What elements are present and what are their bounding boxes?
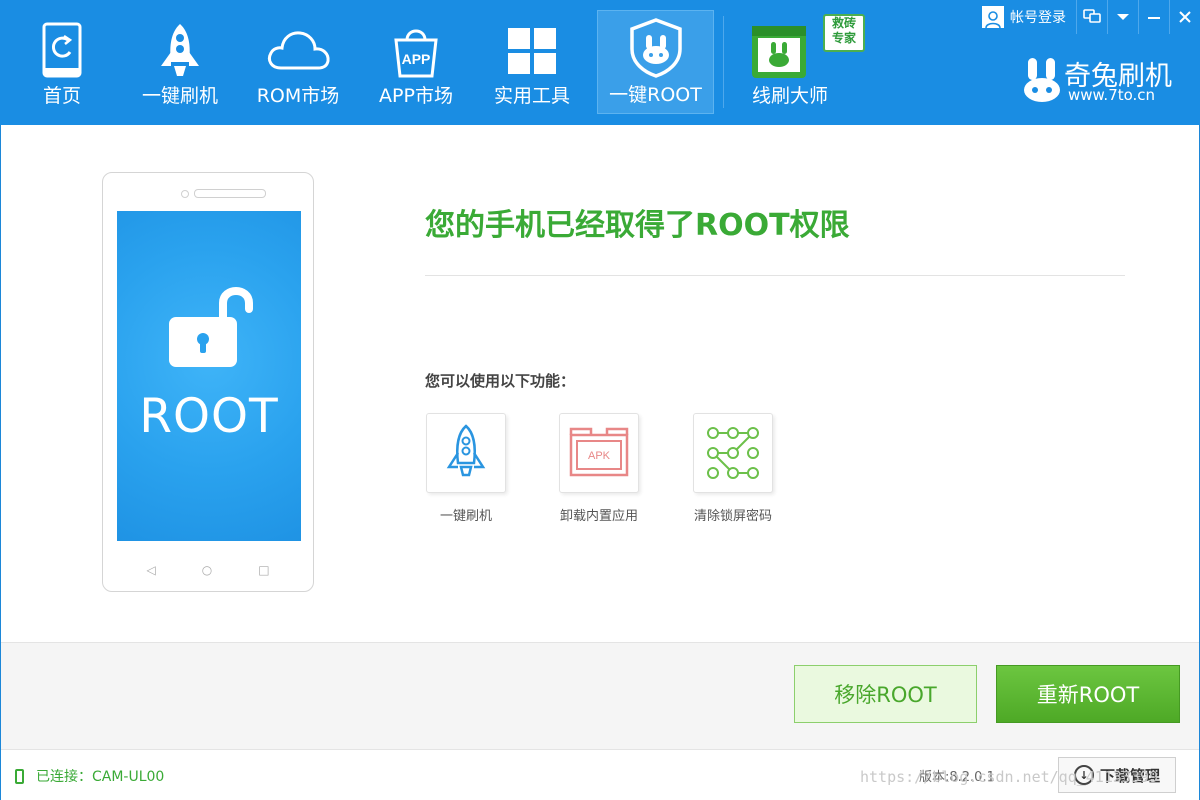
minimize-icon xyxy=(1148,17,1160,19)
nav-label: 一键刷机 xyxy=(141,85,218,107)
home-key-icon: ○ xyxy=(201,563,213,577)
login-label: 帐号登录 xyxy=(1010,10,1066,26)
user-avatar-icon xyxy=(982,6,1004,28)
app-bag-icon: APP xyxy=(394,29,438,78)
phone-speaker xyxy=(194,189,266,198)
nav-rom-market[interactable]: ROM市场 xyxy=(246,10,350,114)
phone-nav-keys: ◁ ○ □ xyxy=(103,563,313,577)
windows-grid-icon xyxy=(508,28,556,74)
feature-tile[interactable] xyxy=(426,413,506,493)
nav-label: 首页 xyxy=(42,85,81,107)
phone-illustration: ROOT ◁ ○ □ xyxy=(102,172,314,592)
rocket-icon xyxy=(446,424,486,477)
app-icon-text: APP xyxy=(402,51,431,67)
feature-label: 清除锁屏密码 xyxy=(693,509,772,524)
close-button[interactable] xyxy=(1169,0,1200,34)
close-icon xyxy=(1179,11,1191,23)
nav-one-click-flash[interactable]: 一键刷机 xyxy=(130,10,230,114)
root-status-headline: 您的手机已经取得了ROOT权限 xyxy=(425,208,850,243)
window-controls: 帐号登录 xyxy=(972,0,1200,34)
apk-box-icon: APK xyxy=(569,427,629,477)
apk-icon-text: APK xyxy=(588,450,611,462)
shield-rabbit-icon xyxy=(629,18,682,78)
watermark: https://blog.csdn.net/qq_41133399 xyxy=(860,768,1159,786)
connection-status: 已连接：CAM-UL00 xyxy=(15,766,164,786)
recent-key-icon: □ xyxy=(258,563,270,577)
feedback-icon xyxy=(1083,9,1101,23)
rabbit-logo-icon xyxy=(1024,58,1060,102)
account-login-button[interactable]: 帐号登录 xyxy=(972,0,1076,34)
minimize-button[interactable] xyxy=(1138,0,1169,34)
pattern-lock-icon xyxy=(707,427,759,479)
rescue-expert-badge: 救砖 专家 xyxy=(823,14,865,52)
nav-home[interactable]: 首页 xyxy=(12,10,112,114)
connection-label: 已连接：CAM-UL00 xyxy=(36,769,165,785)
nav-one-click-root[interactable]: 一键ROOT xyxy=(597,10,714,114)
feature-tile[interactable]: APK xyxy=(559,413,639,493)
brand-logo: 奇兔刷机 www.7to.cn xyxy=(1022,56,1172,106)
nav-label: APP市场 xyxy=(379,85,453,107)
phone-connected-icon xyxy=(15,768,24,784)
feature-uninstall-builtin-apps[interactable]: APK 卸载内置应用 xyxy=(544,413,654,524)
chevron-down-icon xyxy=(1117,14,1129,20)
feature-one-click-flash[interactable]: 一键刷机 xyxy=(411,413,521,524)
feature-clear-lock-password[interactable]: 清除锁屏密码 xyxy=(678,413,788,524)
rocket-icon xyxy=(161,24,199,76)
rabbit-calendar-icon xyxy=(752,26,806,78)
nav-label: 一键ROOT xyxy=(609,84,702,106)
top-navigation-bar: 首页 一键刷机 ROM市场 APP APP市场 实用工具 一键ROOT 线刷大师… xyxy=(0,0,1200,125)
divider xyxy=(425,275,1125,276)
root-screen-label: ROOT xyxy=(139,389,279,444)
nav-utilities[interactable]: 实用工具 xyxy=(482,10,582,114)
nav-app-market[interactable]: APP APP市场 xyxy=(366,10,466,114)
nav-separator xyxy=(723,16,724,108)
brand-url: www.7to.cn xyxy=(1068,86,1156,104)
nav-label: 实用工具 xyxy=(493,85,570,107)
cloud-icon xyxy=(267,31,330,70)
feedback-button[interactable] xyxy=(1076,0,1107,34)
menu-dropdown-button[interactable] xyxy=(1107,0,1138,34)
unlocked-padlock-icon xyxy=(169,287,253,367)
phone-screen: ROOT xyxy=(117,211,301,541)
home-icon xyxy=(42,22,82,78)
back-key-icon: ◁ xyxy=(146,563,156,577)
nav-label: 线刷大师 xyxy=(751,85,828,107)
remove-root-button[interactable]: 移除ROOT xyxy=(794,665,977,723)
nav-label: ROM市场 xyxy=(256,85,340,107)
feature-label: 卸载内置应用 xyxy=(559,509,638,524)
feature-label: 一键刷机 xyxy=(439,509,492,524)
reroot-button[interactable]: 重新ROOT xyxy=(996,665,1180,723)
feature-tile[interactable] xyxy=(693,413,773,493)
phone-camera xyxy=(181,190,189,198)
features-title: 您可以使用以下功能： xyxy=(425,372,576,390)
